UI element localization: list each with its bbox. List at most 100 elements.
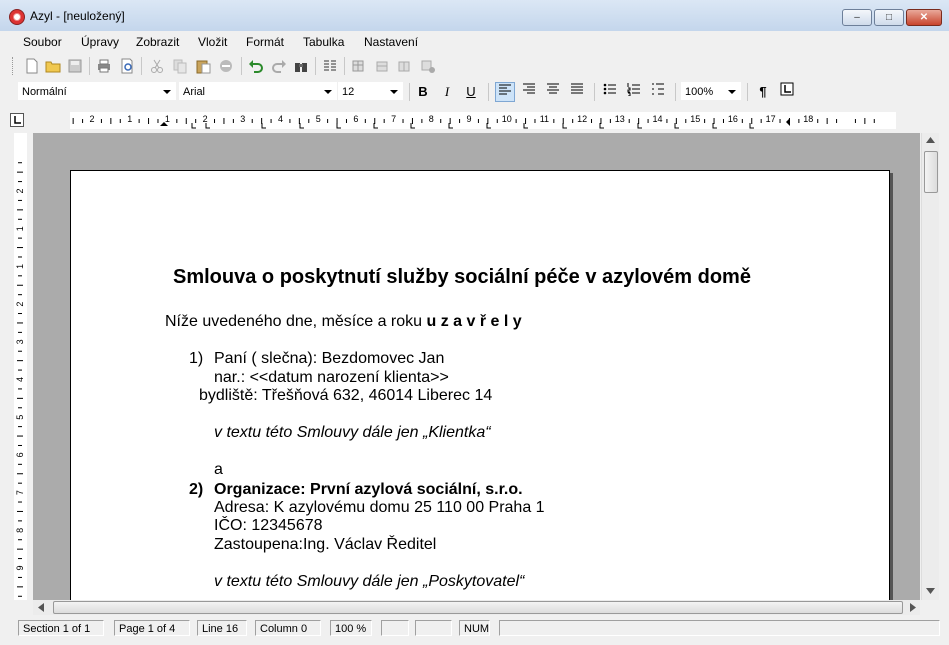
italic-button[interactable]: I — [437, 82, 457, 102]
status-bar: Section 1 of 1 Page 1 of 4 Line 16 Colum… — [0, 617, 949, 645]
tab-stop-marker[interactable] — [674, 123, 679, 129]
tab-stop-marker[interactable] — [191, 123, 196, 129]
app-lifebuoy-icon[interactable] — [9, 9, 25, 25]
menu-zobrazit[interactable]: Zobrazit — [136, 35, 179, 49]
print-icon[interactable] — [96, 58, 112, 74]
align-justify-button[interactable] — [567, 82, 587, 102]
align-left-icon — [499, 84, 511, 95]
underline-button[interactable]: U — [461, 82, 481, 102]
style-value: Normální — [22, 86, 67, 98]
tab-stop-button[interactable] — [777, 82, 797, 102]
ruler-number: 8 — [429, 114, 434, 124]
chevron-down-icon — [728, 90, 736, 94]
new-document-icon[interactable] — [24, 58, 40, 74]
multilevel-list-button[interactable] — [648, 82, 668, 102]
horizontal-scrollbar[interactable] — [33, 600, 920, 615]
open-folder-icon[interactable] — [45, 58, 61, 74]
ruler-number: 17 — [766, 114, 776, 124]
table-insert-col-icon[interactable] — [397, 58, 413, 74]
document-area[interactable]: Smlouva o poskytnutí služby sociální péč… — [33, 133, 920, 600]
zoom-select[interactable]: 100% — [681, 82, 741, 100]
vruler-number: 7 — [15, 490, 25, 495]
status-zoom: 100 % — [330, 620, 372, 636]
ruler-number: 11 — [540, 114, 549, 124]
bullet-list-icon — [603, 83, 616, 95]
scroll-right-icon[interactable] — [910, 603, 916, 612]
style-select[interactable]: Normální — [18, 82, 176, 100]
table-delete-icon[interactable] — [420, 58, 436, 74]
numbered-list-button[interactable] — [624, 82, 644, 102]
ruler-number: 15 — [690, 114, 700, 124]
party2-name: Organizace: První azylová sociální, s.r.… — [214, 481, 523, 498]
vertical-ruler[interactable]: 2 1 1 2 3 4 5 6 7 8 9 — [10, 133, 30, 600]
tab-stop-marker[interactable] — [261, 123, 266, 129]
tab-stop-marker[interactable] — [299, 123, 304, 129]
vruler-number: 5 — [15, 415, 25, 420]
multilevel-list-icon — [652, 83, 664, 95]
close-button[interactable]: ✕ — [906, 9, 942, 26]
align-center-button[interactable] — [543, 82, 563, 102]
horizontal-scroll-thumb[interactable] — [53, 601, 903, 614]
font-size-select[interactable]: 12 — [338, 82, 403, 100]
bullet-list-button[interactable] — [600, 82, 620, 102]
tab-stop-marker[interactable] — [448, 123, 453, 129]
party2-alias: v textu této Smlouvy dále jen „Poskytova… — [214, 573, 525, 590]
delete-icon[interactable] — [218, 58, 234, 74]
document-page[interactable]: Smlouva o poskytnutí služby sociální péč… — [70, 170, 890, 600]
ruler-number: 7 — [391, 114, 396, 124]
vertical-scroll-thumb[interactable] — [924, 151, 938, 193]
minimize-button[interactable]: – — [842, 9, 872, 26]
status-empty-2 — [415, 620, 452, 636]
table-insert-row-icon[interactable] — [374, 58, 390, 74]
ruler-number: 12 — [577, 114, 587, 124]
copy-icon[interactable] — [172, 58, 188, 74]
party2-number: 2) — [189, 481, 204, 498]
menu-tabulka[interactable]: Tabulka — [303, 35, 344, 49]
scroll-down-icon[interactable] — [926, 588, 935, 594]
align-left-button[interactable] — [495, 82, 515, 102]
columns-icon[interactable] — [322, 58, 338, 74]
align-justify-icon — [571, 83, 583, 94]
table-insert-icon[interactable] — [351, 58, 367, 74]
party2-ico: IČO: 12345678 — [214, 517, 323, 534]
menu-vlozit[interactable]: Vložit — [198, 35, 227, 49]
menu-upravy[interactable]: Úpravy — [81, 35, 119, 49]
right-indent-marker[interactable] — [786, 118, 790, 126]
maximize-button[interactable]: □ — [874, 9, 904, 26]
undo-icon[interactable] — [248, 58, 264, 74]
menu-bar: Soubor Úpravy Zobrazit Vložit Formát Tab… — [0, 31, 949, 53]
intro-bold: u z a v ř e l y — [426, 313, 522, 330]
tab-stop-marker[interactable] — [410, 123, 415, 129]
bold-button[interactable]: B — [413, 82, 433, 102]
menu-format[interactable]: Formát — [246, 35, 284, 49]
ruler-number: 14 — [652, 114, 662, 124]
toolbar-grip[interactable] — [12, 57, 15, 75]
menu-nastaveni[interactable]: Nastavení — [364, 35, 418, 49]
status-message — [499, 620, 940, 636]
show-formatting-button[interactable]: ¶ — [753, 82, 773, 102]
horizontal-ruler[interactable]: 2 1 1 2 3 4 5 6 7 8 9 10 11 12 13 14 15 16 17 18 — [10, 110, 938, 132]
ruler-number: 10 — [502, 114, 512, 124]
menu-soubor[interactable]: Soubor — [23, 35, 62, 49]
find-binoculars-icon[interactable] — [293, 58, 309, 74]
vruler-number: 4 — [15, 377, 25, 382]
font-select[interactable]: Arial — [179, 82, 337, 100]
print-preview-icon[interactable] — [119, 58, 135, 74]
align-right-button[interactable] — [519, 82, 539, 102]
ruler-number: 18 — [803, 114, 813, 124]
scroll-up-icon[interactable] — [926, 137, 935, 143]
ruler-number: 4 — [278, 114, 283, 124]
redo-icon[interactable] — [271, 58, 287, 74]
save-icon[interactable] — [67, 58, 83, 74]
standard-toolbar — [0, 53, 949, 80]
align-right-icon — [523, 83, 535, 94]
paste-icon[interactable] — [195, 58, 211, 74]
vertical-scrollbar[interactable] — [921, 133, 939, 600]
status-empty-1 — [381, 620, 409, 636]
cut-icon[interactable] — [149, 58, 165, 74]
tab-stop-marker[interactable] — [336, 123, 341, 129]
ruler-number: 1 — [165, 114, 170, 124]
font-size-value: 12 — [342, 86, 355, 98]
scroll-left-icon[interactable] — [38, 603, 44, 612]
zoom-value: 100% — [685, 86, 714, 98]
